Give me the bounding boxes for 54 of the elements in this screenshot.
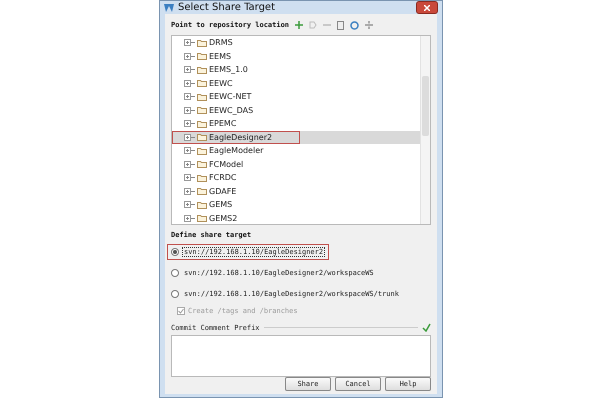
- tree-row[interactable]: DRMS: [172, 36, 420, 50]
- expand-icon[interactable]: [184, 106, 195, 114]
- tree-item-label: GEMS: [209, 200, 232, 210]
- radio-button[interactable]: [171, 290, 179, 298]
- comment-field[interactable]: [171, 335, 431, 377]
- expand-icon[interactable]: [184, 134, 195, 141]
- tree-item-label: EagleModeler: [209, 146, 264, 156]
- tree-row[interactable]: GEMS: [172, 198, 420, 212]
- tree-item-label: FCModel: [209, 160, 244, 169]
- tree-row[interactable]: EEMS: [172, 50, 420, 63]
- tree-row[interactable]: EPEMC: [172, 117, 420, 130]
- close-button[interactable]: [416, 1, 438, 14]
- tree-row[interactable]: GEMS2: [172, 212, 420, 224]
- expand-icon[interactable]: [184, 120, 195, 128]
- expand-icon[interactable]: [184, 160, 195, 168]
- expand-icon[interactable]: [184, 201, 195, 208]
- close-icon: [424, 4, 430, 10]
- tree-row[interactable]: EagleDesigner2: [172, 130, 420, 144]
- expand-icon[interactable]: [184, 147, 195, 154]
- tree-item-label: FCRDC: [209, 173, 236, 182]
- expand-icon[interactable]: [184, 214, 195, 222]
- tree-row[interactable]: GDAFE: [172, 184, 420, 198]
- tree-item-label: GDAFE: [209, 186, 236, 196]
- add-icon[interactable]: [295, 21, 304, 29]
- tree-row[interactable]: EagleModeler: [172, 144, 420, 158]
- tree-row[interactable]: FCModel: [172, 158, 420, 171]
- expand-icon[interactable]: [184, 188, 195, 195]
- tree-row[interactable]: EEWC-NET: [172, 90, 420, 104]
- expand-icon[interactable]: [184, 80, 195, 87]
- tree-item-label: EEWC: [209, 78, 233, 88]
- spellcheck-icon[interactable]: [422, 323, 431, 332]
- scrollbar-thumb[interactable]: [422, 76, 429, 136]
- tree-item-label: DRMS: [209, 38, 233, 48]
- tree-item-label: EEMS_1.0: [209, 65, 248, 74]
- expand-icon[interactable]: [184, 66, 195, 74]
- window-title: Select Share Target: [178, 2, 276, 13]
- tree-item-label: EEWC-NET: [209, 92, 252, 102]
- tree-item-label: GEMS2: [209, 214, 238, 223]
- tree-item-label: EPEMC: [209, 119, 236, 128]
- document-icon[interactable]: [337, 20, 344, 30]
- radio-button[interactable]: [171, 248, 179, 256]
- expand-icon[interactable]: [184, 39, 195, 46]
- tree-item-label: EEWC_DAS: [209, 106, 254, 115]
- tree-item-label: EEMS: [209, 52, 232, 61]
- radio-button[interactable]: [171, 269, 179, 277]
- expand-icon[interactable]: [184, 52, 195, 60]
- tree-item-label: EagleDesigner2: [209, 132, 272, 142]
- refresh-icon[interactable]: [350, 20, 360, 30]
- tree-row[interactable]: EEWC: [172, 76, 420, 90]
- tree-row[interactable]: EEMS_1.0: [172, 63, 420, 76]
- tree-row[interactable]: FCRDC: [172, 171, 420, 184]
- expand-icon[interactable]: [184, 93, 195, 100]
- expand-icon[interactable]: [184, 174, 195, 182]
- tree-row[interactable]: EEWC_DAS: [172, 104, 420, 117]
